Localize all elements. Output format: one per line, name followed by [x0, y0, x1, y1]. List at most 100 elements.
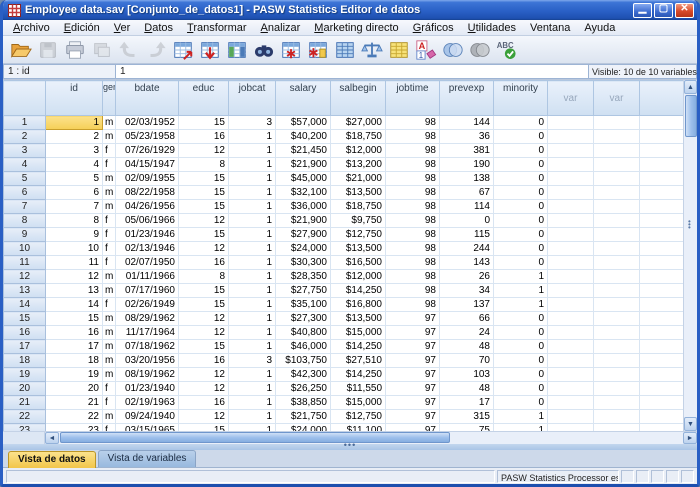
row-header-1[interactable]: 1 — [4, 116, 46, 130]
cell-salbegin-1[interactable]: $27,000 — [331, 116, 386, 130]
cell-id-8[interactable]: 8 — [46, 214, 103, 228]
cell-minority-1[interactable]: 0 — [494, 116, 548, 130]
cell-salary-14[interactable]: $35,100 — [276, 298, 331, 312]
cell-bdate-21[interactable]: 02/19/1963 — [116, 396, 179, 410]
cell-id-5[interactable]: 5 — [46, 172, 103, 186]
cell-prevexp-21[interactable]: 17 — [440, 396, 494, 410]
cell-educ-2[interactable]: 16 — [179, 130, 229, 144]
cell-prevexp-11[interactable]: 143 — [440, 256, 494, 270]
column-header-jobcat[interactable]: jobcat — [229, 81, 276, 116]
cell-jobcat-18[interactable]: 3 — [229, 354, 276, 368]
cell-editor-input[interactable]: 1 — [116, 64, 589, 79]
cell-var2-9[interactable] — [594, 228, 640, 242]
scroll-left-arrow[interactable]: ◄ — [45, 432, 59, 444]
cell-minority-16[interactable]: 0 — [494, 326, 548, 340]
column-header-var2[interactable]: var — [594, 81, 640, 116]
cell-minority-13[interactable]: 1 — [494, 284, 548, 298]
cell-bdate-17[interactable]: 07/18/1962 — [116, 340, 179, 354]
cell-jobtime-4[interactable]: 98 — [386, 158, 440, 172]
cell-salary-2[interactable]: $40,200 — [276, 130, 331, 144]
row-header-14[interactable]: 14 — [4, 298, 46, 312]
weight-cases-icon[interactable] — [358, 37, 385, 62]
row-header-16[interactable]: 16 — [4, 326, 46, 340]
cell-bdate-19[interactable]: 08/19/1962 — [116, 368, 179, 382]
show-all-variables-icon[interactable] — [466, 37, 493, 62]
cell-jobtime-7[interactable]: 98 — [386, 200, 440, 214]
column-header-bdate[interactable]: bdate — [116, 81, 179, 116]
cell-var1-22[interactable] — [548, 410, 594, 424]
cell-educ-20[interactable]: 12 — [179, 382, 229, 396]
cell-gender-1[interactable]: m — [103, 116, 116, 130]
cell-gender-16[interactable]: m — [103, 326, 116, 340]
row-header-7[interactable]: 7 — [4, 200, 46, 214]
pane-split-grip-horizontal[interactable]: ••• — [344, 443, 356, 447]
cell-salbegin-7[interactable]: $18,750 — [331, 200, 386, 214]
close-button[interactable]: ✕ — [675, 3, 694, 18]
cell-salbegin-9[interactable]: $12,750 — [331, 228, 386, 242]
cell-jobtime-22[interactable]: 97 — [386, 410, 440, 424]
cell-var2-14[interactable] — [594, 298, 640, 312]
column-header-salbegin[interactable]: salbegin — [331, 81, 386, 116]
cell-var1-18[interactable] — [548, 354, 594, 368]
cell-var2-21[interactable] — [594, 396, 640, 410]
cell-jobtime-23[interactable]: 97 — [386, 424, 440, 432]
cell-educ-4[interactable]: 8 — [179, 158, 229, 172]
cell-minority-6[interactable]: 0 — [494, 186, 548, 200]
cell-var2-16[interactable] — [594, 326, 640, 340]
cell-jobcat-15[interactable]: 1 — [229, 312, 276, 326]
row-header-3[interactable]: 3 — [4, 144, 46, 158]
cell-var1-17[interactable] — [548, 340, 594, 354]
cell-var1-15[interactable] — [548, 312, 594, 326]
column-header-var1[interactable]: var — [548, 81, 594, 116]
cell-jobcat-3[interactable]: 1 — [229, 144, 276, 158]
insert-variable-icon[interactable] — [304, 37, 331, 62]
cell-educ-3[interactable]: 12 — [179, 144, 229, 158]
cell-minority-20[interactable]: 0 — [494, 382, 548, 396]
cell-id-18[interactable]: 18 — [46, 354, 103, 368]
grid-corner-cell[interactable] — [4, 81, 46, 116]
cell-salary-13[interactable]: $27,750 — [276, 284, 331, 298]
select-cases-icon[interactable] — [385, 37, 412, 62]
row-header-4[interactable]: 4 — [4, 158, 46, 172]
cell-prevexp-22[interactable]: 315 — [440, 410, 494, 424]
cell-jobtime-12[interactable]: 98 — [386, 270, 440, 284]
cell-minority-21[interactable]: 0 — [494, 396, 548, 410]
tab-data-view[interactable]: Vista de datos — [8, 451, 96, 468]
cell-jobcat-17[interactable]: 1 — [229, 340, 276, 354]
cell-bdate-15[interactable]: 08/29/1962 — [116, 312, 179, 326]
row-header-22[interactable]: 22 — [4, 410, 46, 424]
cell-id-22[interactable]: 22 — [46, 410, 103, 424]
cell-jobtime-10[interactable]: 98 — [386, 242, 440, 256]
cell-gender-6[interactable]: m — [103, 186, 116, 200]
cell-salbegin-8[interactable]: $9,750 — [331, 214, 386, 228]
cell-salary-9[interactable]: $27,900 — [276, 228, 331, 242]
cell-jobcat-12[interactable]: 1 — [229, 270, 276, 284]
cell-id-4[interactable]: 4 — [46, 158, 103, 172]
cell-gender-8[interactable]: f — [103, 214, 116, 228]
cell-jobtime-3[interactable]: 98 — [386, 144, 440, 158]
cell-gender-17[interactable]: m — [103, 340, 116, 354]
row-header-2[interactable]: 2 — [4, 130, 46, 144]
cell-id-13[interactable]: 13 — [46, 284, 103, 298]
cell-prevexp-1[interactable]: 144 — [440, 116, 494, 130]
row-header-5[interactable]: 5 — [4, 172, 46, 186]
cell-gender-7[interactable]: m — [103, 200, 116, 214]
cell-educ-22[interactable]: 12 — [179, 410, 229, 424]
cell-jobtime-19[interactable]: 97 — [386, 368, 440, 382]
horizontal-scroll-thumb[interactable] — [60, 432, 450, 443]
cell-salary-1[interactable]: $57,000 — [276, 116, 331, 130]
cell-jobcat-5[interactable]: 1 — [229, 172, 276, 186]
cell-bdate-12[interactable]: 01/11/1966 — [116, 270, 179, 284]
cell-minority-5[interactable]: 0 — [494, 172, 548, 186]
cell-salary-8[interactable]: $21,900 — [276, 214, 331, 228]
cell-bdate-6[interactable]: 08/22/1958 — [116, 186, 179, 200]
cell-salbegin-3[interactable]: $12,000 — [331, 144, 386, 158]
cell-gender-22[interactable]: m — [103, 410, 116, 424]
menu-analizar[interactable]: Analizar — [254, 21, 308, 35]
cell-var1-19[interactable] — [548, 368, 594, 382]
cell-id-12[interactable]: 12 — [46, 270, 103, 284]
menu-datos[interactable]: Datos — [137, 21, 180, 35]
cell-var1-14[interactable] — [548, 298, 594, 312]
cell-gender-23[interactable]: f — [103, 424, 116, 432]
cell-var2-10[interactable] — [594, 242, 640, 256]
